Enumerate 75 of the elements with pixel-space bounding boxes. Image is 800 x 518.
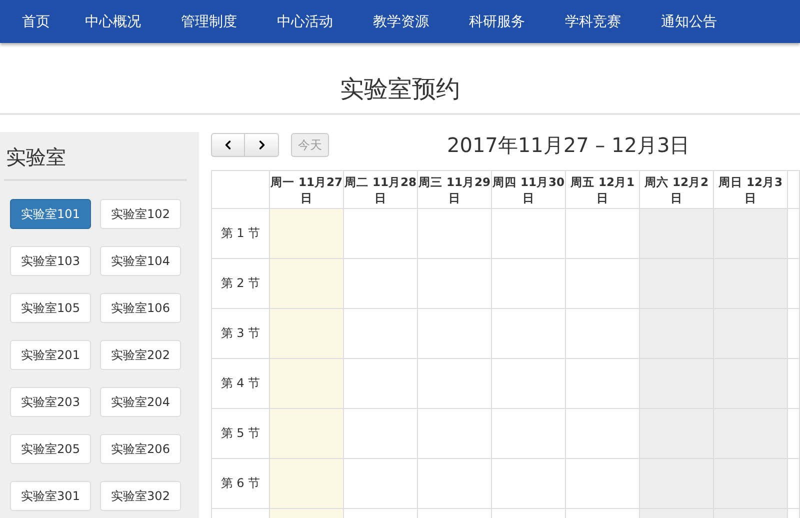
grid-cell: [788, 309, 800, 359]
time-slot-cell[interactable]: [640, 409, 714, 459]
nav-link[interactable]: 管理制度: [181, 12, 237, 30]
time-slot-cell[interactable]: [640, 259, 714, 309]
time-slot-cell[interactable]: [344, 359, 418, 409]
time-slot-cell[interactable]: [270, 259, 344, 309]
page-title: 实验室预约: [340, 74, 460, 105]
nav-link[interactable]: 学科竞赛: [565, 12, 621, 30]
time-slot-cell[interactable]: [418, 409, 492, 459]
next-button[interactable]: [245, 133, 279, 157]
time-slot-cell[interactable]: [714, 209, 788, 259]
time-slot-cell[interactable]: [640, 359, 714, 409]
nav-link[interactable]: 中心活动: [277, 12, 333, 30]
previous-button[interactable]: [211, 133, 245, 157]
time-slot-cell[interactable]: [566, 409, 640, 459]
lab-button[interactable]: 实验室103: [10, 246, 91, 276]
lab-button[interactable]: 实验室106: [100, 293, 181, 323]
lab-button[interactable]: 实验室101: [10, 199, 91, 229]
grid-cell: [788, 359, 800, 409]
date-range-title: 2017年11月27 – 12月3日: [447, 132, 690, 158]
grid-cell: [788, 259, 800, 309]
time-slot-cell[interactable]: [270, 359, 344, 409]
lab-button[interactable]: 实验室203: [10, 387, 91, 417]
time-slot-cell[interactable]: [566, 359, 640, 409]
nav-link[interactable]: 中心概况: [85, 12, 141, 30]
lab-button[interactable]: 实验室206: [100, 434, 181, 464]
time-slot-cell[interactable]: [344, 259, 418, 309]
nav-link[interactable]: 科研服务: [469, 12, 525, 30]
time-slot-cell[interactable]: [344, 409, 418, 459]
time-slot-cell[interactable]: [566, 459, 640, 509]
time-slot-cell[interactable]: [492, 209, 566, 259]
nav-link[interactable]: 通知公告: [661, 12, 717, 30]
time-slot-cell[interactable]: [270, 209, 344, 259]
time-slot-cell[interactable]: [344, 209, 418, 259]
time-slot-cell[interactable]: [640, 459, 714, 509]
time-slot-cell[interactable]: [344, 459, 418, 509]
sidebar-title: 实验室: [4, 138, 187, 181]
time-slot-cell[interactable]: [270, 409, 344, 459]
time-slot-cell[interactable]: [714, 309, 788, 359]
time-slot-cell[interactable]: [492, 409, 566, 459]
grid-cell: [788, 459, 800, 509]
lab-button[interactable]: 实验室102: [100, 199, 181, 229]
time-slot-cell[interactable]: [270, 459, 344, 509]
lab-button[interactable]: 实验室104: [100, 246, 181, 276]
lab-button[interactable]: 实验室202: [100, 340, 181, 370]
time-slot-cell[interactable]: [566, 209, 640, 259]
time-slot-cell[interactable]: [492, 359, 566, 409]
lab-button[interactable]: 实验室301: [10, 481, 91, 511]
time-slot-cell[interactable]: [714, 259, 788, 309]
lab-button[interactable]: 实验室205: [10, 434, 91, 464]
lab-button[interactable]: 实验室204: [100, 387, 181, 417]
time-slot-cell[interactable]: [492, 459, 566, 509]
time-slot-cell[interactable]: [640, 309, 714, 359]
grid-cell: [788, 409, 800, 459]
time-slot-cell[interactable]: [714, 409, 788, 459]
time-slot-cell[interactable]: [714, 459, 788, 509]
time-slot-cell[interactable]: [566, 309, 640, 359]
grid-cell: [788, 209, 800, 259]
time-slot-cell[interactable]: [492, 309, 566, 359]
time-slot-cell[interactable]: [566, 259, 640, 309]
time-slot-cell[interactable]: [640, 209, 714, 259]
time-slot-cell[interactable]: [418, 309, 492, 359]
nav-link[interactable]: 首页: [22, 12, 50, 30]
time-slot-cell[interactable]: [418, 259, 492, 309]
lab-button[interactable]: 实验室105: [10, 293, 91, 323]
time-slot-cell[interactable]: [418, 459, 492, 509]
time-slot-cell[interactable]: [270, 309, 344, 359]
lab-button[interactable]: 实验室302: [100, 481, 181, 511]
time-slot-cell[interactable]: [344, 309, 418, 359]
nav-link[interactable]: 教学资源: [373, 12, 429, 30]
time-slot-cell[interactable]: [418, 209, 492, 259]
time-slot-cell[interactable]: [418, 359, 492, 409]
lab-button[interactable]: 实验室201: [10, 340, 91, 370]
time-slot-cell[interactable]: [714, 359, 788, 409]
time-slot-cell[interactable]: [492, 259, 566, 309]
